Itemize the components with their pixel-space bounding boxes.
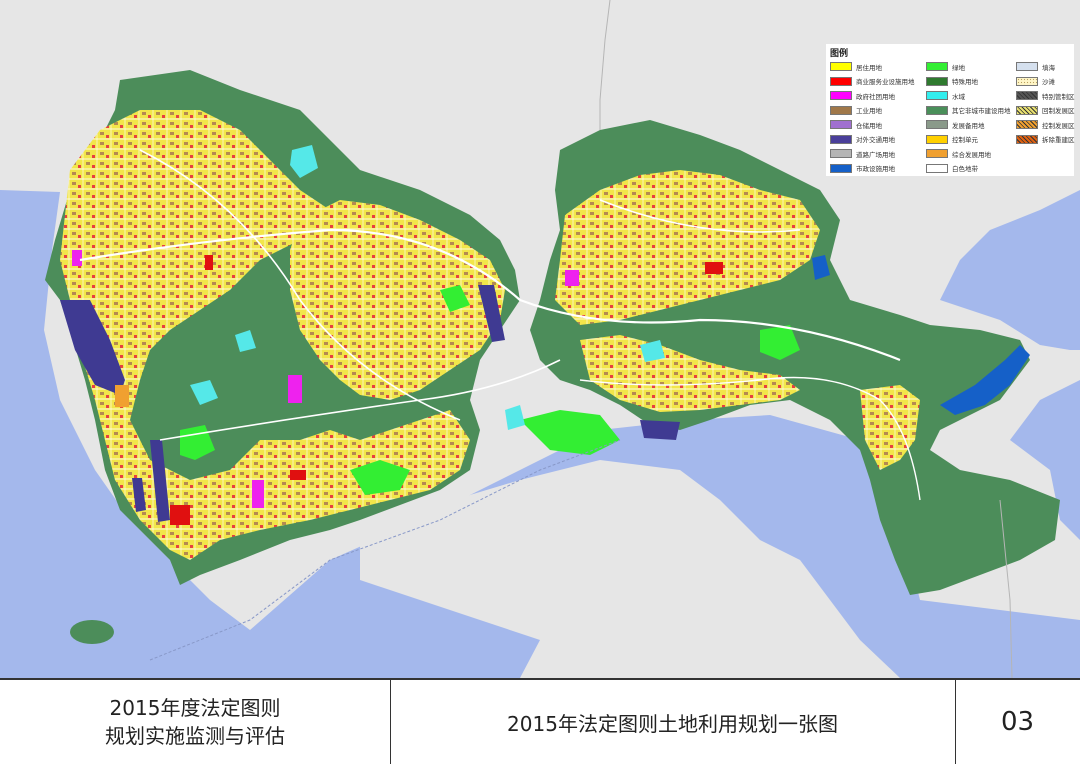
legend-item: 控制发展区	[1016, 119, 1075, 130]
report-title-cell: 2015年度法定图则 规划实施监测与评估	[0, 680, 391, 764]
legend-swatch	[926, 149, 948, 158]
legend-swatch	[1016, 91, 1038, 100]
legend-item: 白色地带	[926, 163, 978, 174]
legend-label: 其它非城市建设用地	[952, 107, 1011, 115]
legend-swatch	[926, 134, 948, 144]
land-use-map: 图例 居住用地商业服务业设施用地 政府社团用地 工业用地仓储用地对外交通用地 道路广场…	[0, 0, 1080, 678]
port-east	[640, 420, 680, 440]
legend-swatch	[830, 91, 852, 100]
legend-label: 特殊用地	[952, 78, 978, 86]
legend-item: 道路广场用地	[830, 148, 895, 159]
legend-label: 仓储用地	[856, 121, 882, 130]
legend-label: 填海	[1042, 63, 1055, 72]
legend-label: 沙滩	[1042, 78, 1055, 86]
legend-label: 回制发展区	[1042, 107, 1075, 115]
gov-block-2	[252, 480, 264, 508]
legend-label: 发展备用地	[952, 121, 985, 130]
legend-item: 综合发展用地	[926, 148, 991, 159]
legend-swatch	[830, 163, 852, 173]
legend-label: 白色地带	[952, 165, 978, 173]
legend-item: 仓储用地	[830, 119, 882, 130]
legend-label: 绿地	[952, 63, 965, 72]
report-title-line-2: 规划实施监测与评估	[105, 724, 285, 748]
legend-item: 居住用地	[830, 61, 882, 72]
legend-item: 工业用地	[830, 105, 882, 116]
legend-label: 水域	[952, 92, 965, 101]
page-number-cell: 03	[955, 680, 1080, 764]
legend-item: 对外交通用地	[830, 134, 895, 145]
legend-label: 商业服务业设施用地	[856, 78, 915, 86]
legend-item: 回制发展区	[1016, 105, 1075, 116]
commercial-block-2	[205, 255, 213, 270]
legend-item: 发展备用地	[926, 119, 985, 130]
map-legend: 图例 居住用地商业服务业设施用地 政府社团用地 工业用地仓储用地对外交通用地 道路广场…	[826, 44, 1075, 176]
legend-swatch	[1016, 62, 1038, 71]
small-island	[70, 620, 114, 644]
legend-swatch	[1016, 76, 1038, 86]
legend-item: 沙滩	[1016, 76, 1055, 87]
gov-block-3	[565, 270, 579, 286]
legend-item: 拆除重建区	[1016, 134, 1075, 145]
legend-swatch	[926, 76, 948, 86]
legend-label: 控制发展区	[1042, 121, 1075, 130]
legend-item: 政府社团用地	[830, 90, 895, 101]
legend-label: 道路广场用地	[856, 150, 895, 159]
commercial-block-3	[170, 505, 190, 525]
commercial-block-4	[290, 470, 306, 480]
legend-swatch	[926, 62, 948, 71]
legend-swatch	[1016, 105, 1038, 115]
legend-swatch	[1016, 120, 1038, 129]
legend-swatch	[830, 149, 852, 158]
legend-label: 工业用地	[856, 107, 882, 115]
legend-swatch	[926, 91, 948, 100]
legend-swatch	[830, 76, 852, 86]
report-title-line-1: 2015年度法定图则	[109, 696, 281, 720]
map-title: 2015年法定图则土地利用规划一张图	[507, 711, 838, 736]
legend-label: 特别管制区	[1042, 92, 1075, 101]
legend-label: 政府社团用地	[856, 92, 895, 101]
legend-swatch	[830, 120, 852, 129]
map-title-cell: 2015年法定图则土地利用规划一张图	[390, 680, 956, 764]
legend-swatch	[926, 163, 948, 173]
gov-block-4	[72, 250, 82, 266]
footer-title-block: 2015年度法定图则 规划实施监测与评估 2015年法定图则土地利用规划一张图 …	[0, 678, 1080, 764]
gov-block-1	[288, 375, 302, 403]
legend-item: 控制单元	[926, 134, 978, 145]
legend-item: 特别管制区	[1016, 90, 1075, 101]
legend-item: 特殊用地	[926, 76, 978, 87]
legend-label: 拆除重建区	[1042, 136, 1075, 144]
legend-label: 居住用地	[856, 63, 882, 72]
legend-item: 商业服务业设施用地	[830, 76, 915, 87]
legend-item: 市政设施用地	[830, 163, 895, 174]
legend-swatch	[830, 62, 852, 71]
legend-label: 对外交通用地	[856, 136, 895, 144]
legend-swatch	[1016, 134, 1038, 144]
legend-item: 其它非城市建设用地	[926, 105, 1011, 116]
legend-swatch	[830, 134, 852, 144]
legend-label: 综合发展用地	[952, 150, 991, 159]
legend-item: 绿地	[926, 61, 965, 72]
commercial-block-1	[705, 262, 723, 274]
legend-item: 水域	[926, 90, 965, 101]
legend-label: 控制单元	[952, 136, 978, 144]
page-number: 03	[1000, 707, 1035, 737]
legend-title: 图例	[830, 49, 849, 59]
legend-swatch	[830, 105, 852, 115]
legend-swatch	[926, 120, 948, 129]
legend-label: 市政设施用地	[856, 165, 895, 173]
legend-item: 填海	[1016, 61, 1055, 72]
legend-swatch	[926, 105, 948, 115]
reclaim-land	[115, 385, 129, 407]
